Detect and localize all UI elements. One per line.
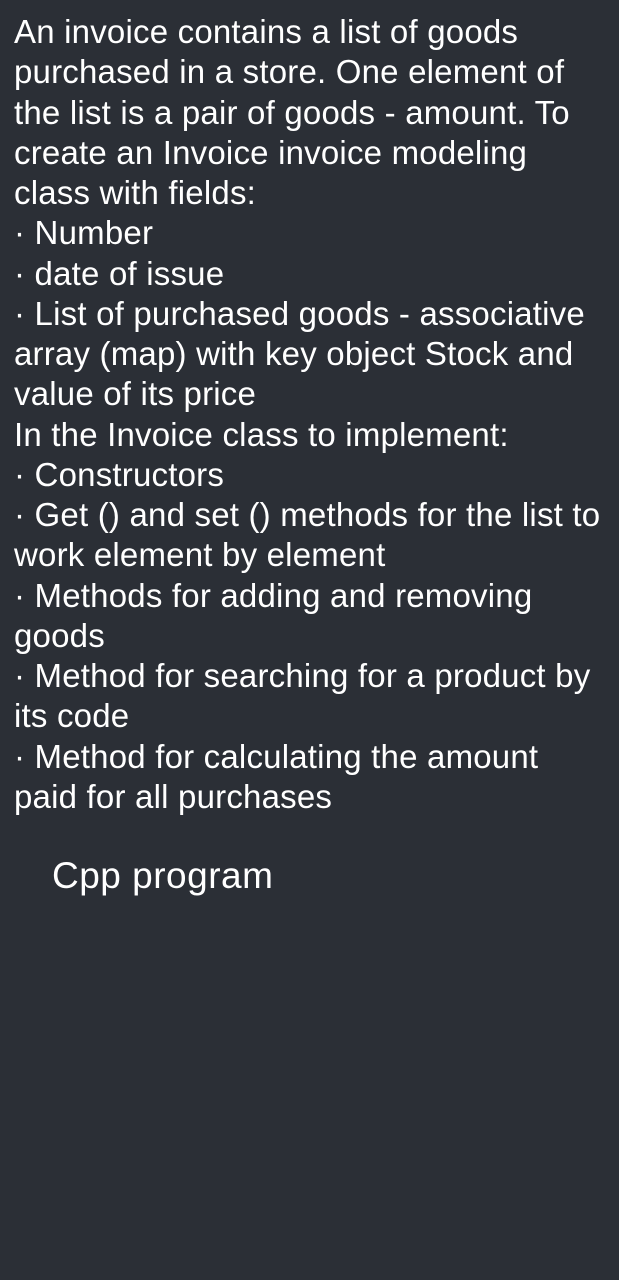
bullet-calculate: · Method for calculating the amount paid… — [14, 737, 605, 818]
document-body: An invoice contains a list of goods purc… — [14, 12, 605, 817]
bullet-get-set: · Get () and set () methods for the list… — [14, 495, 605, 576]
bullet-date: · date of issue — [14, 254, 605, 294]
bullet-search: · Method for searching for a product by … — [14, 656, 605, 737]
intro-paragraph: An invoice contains a list of goods purc… — [14, 12, 605, 213]
bullet-add-remove: · Methods for adding and removing goods — [14, 576, 605, 657]
footer-label: Cpp program — [14, 853, 605, 898]
bullet-goods-list: · List of purchased goods - associative … — [14, 294, 605, 415]
bullet-constructors: · Constructors — [14, 455, 605, 495]
bullet-number: · Number — [14, 213, 605, 253]
implement-paragraph: In the Invoice class to implement: — [14, 415, 605, 455]
